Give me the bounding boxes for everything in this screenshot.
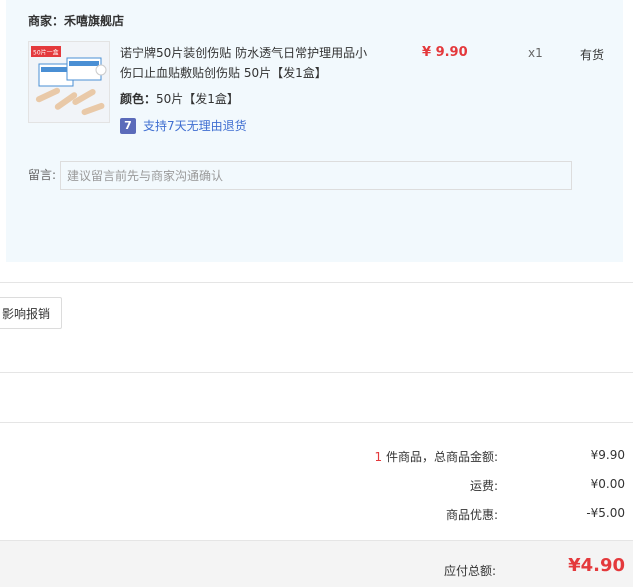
shipping-label: 运费: xyxy=(469,479,498,493)
divider xyxy=(0,422,633,423)
return-policy[interactable]: 7 支持7天无理由退货 xyxy=(120,117,247,134)
thumb-tag: 50片一盒 xyxy=(33,49,59,57)
spec-label: 颜色： xyxy=(120,92,157,106)
invoice-option-button[interactable]: 影响报销 xyxy=(0,297,62,329)
discount-label: 商品优惠: xyxy=(445,508,498,522)
note-label: 留言: xyxy=(28,168,57,182)
item-count: 1 xyxy=(374,450,383,464)
merchant-row: 商家：禾嘻旗舰店 xyxy=(28,12,124,29)
merchant-label: 商家： xyxy=(28,14,65,28)
product-spec: 颜色：50片【发1盒】 xyxy=(120,90,239,107)
product-thumbnail[interactable]: 50片一盒 xyxy=(28,41,110,123)
total-amount: ¥4.90 xyxy=(568,555,625,576)
note-input[interactable] xyxy=(60,161,572,190)
product-quantity: x1 xyxy=(528,46,543,60)
shipping-row: 运费: ¥0.00 xyxy=(0,477,633,493)
return-7day-icon: 7 xyxy=(120,117,136,134)
merchant-name[interactable]: 禾嘻旗舰店 xyxy=(64,14,124,28)
item-count-suffix: 件商品，总商品金额: xyxy=(382,450,498,464)
product-price: ¥ 9.90 xyxy=(422,45,468,60)
stock-status: 有货 xyxy=(580,48,605,62)
total-bar: 应付总额: ¥4.90 xyxy=(0,540,633,587)
product-image-icon: 50片一盒 xyxy=(29,42,109,122)
discount-row: 商品优惠: -¥5.00 xyxy=(0,506,633,522)
product-title[interactable]: 诺宁牌50片装创伤贴 防水透气日常护理用品小伤口止血贴敷贴创伤贴 50片【发1盒… xyxy=(120,43,370,83)
divider xyxy=(0,372,633,373)
invoice-button-label: 影响报销 xyxy=(1,306,50,321)
order-panel: 商家：禾嘻旗舰店 50片一盒 诺宁牌50片装创伤贴 防水透气日常护理用品小伤口止… xyxy=(6,0,623,262)
total-label: 应付总额: xyxy=(443,564,496,578)
shipping-value: ¥0.00 xyxy=(590,477,625,491)
goods-amount-row: 1 件商品，总商品金额: ¥9.90 xyxy=(0,448,633,464)
discount-value: -¥5.00 xyxy=(586,506,625,520)
goods-amount-value: ¥9.90 xyxy=(590,448,625,462)
divider xyxy=(0,282,633,283)
spec-value: 50片【发1盒】 xyxy=(156,92,239,106)
return-policy-text[interactable]: 支持7天无理由退货 xyxy=(143,117,247,134)
goods-amount-label: 1 件商品，总商品金额: xyxy=(375,448,499,465)
